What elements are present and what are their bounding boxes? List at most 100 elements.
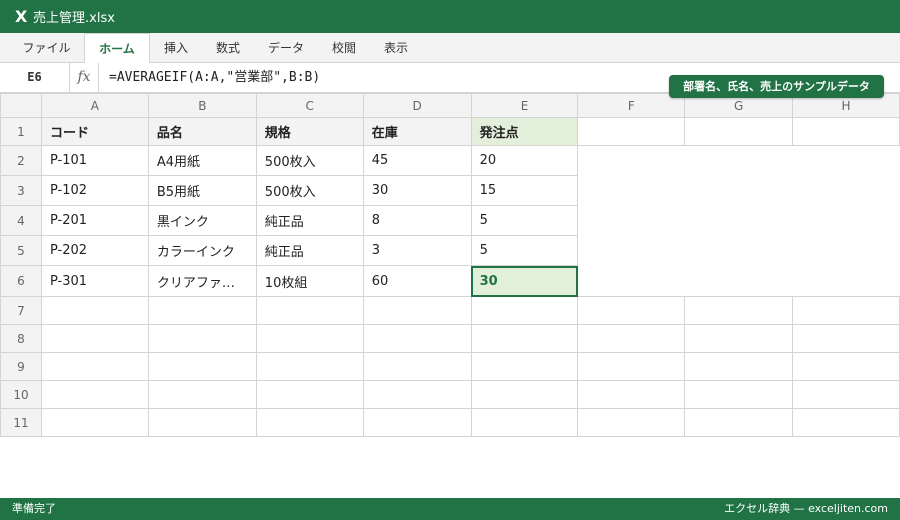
cell-c1[interactable]: 規格	[255, 117, 364, 146]
cell-f11[interactable]	[577, 408, 686, 437]
cell-b1[interactable]: 品名	[147, 117, 257, 146]
cell-h8[interactable]	[792, 324, 900, 353]
empty-area[interactable]	[792, 145, 900, 176]
row-header[interactable]: 5	[0, 235, 42, 266]
cell-e3[interactable]: 15	[470, 175, 579, 206]
cell-e9[interactable]	[470, 352, 579, 381]
empty-area[interactable]	[684, 145, 793, 176]
select-all-corner[interactable]	[0, 93, 42, 118]
empty-area[interactable]	[577, 175, 685, 206]
cell-d4[interactable]: 8	[362, 205, 472, 236]
cell-c4[interactable]: 純正品	[255, 205, 364, 236]
cell-b9[interactable]	[147, 352, 257, 381]
empty-area[interactable]	[684, 175, 793, 206]
cell-d5[interactable]: 3	[362, 235, 472, 266]
cell-f7[interactable]	[577, 296, 686, 325]
cell-c9[interactable]	[255, 352, 364, 381]
cell-c5[interactable]: 純正品	[255, 235, 364, 266]
cell-b7[interactable]	[147, 296, 257, 325]
cell-d9[interactable]	[362, 352, 472, 381]
cell-b11[interactable]	[147, 408, 257, 437]
cell-h1[interactable]	[792, 117, 900, 146]
row-header[interactable]: 1	[0, 117, 42, 146]
cell-b2[interactable]: A4用紙	[147, 145, 257, 176]
cell-e8[interactable]	[470, 324, 579, 353]
cell-c2[interactable]: 500枚入	[255, 145, 364, 176]
cell-g10[interactable]	[684, 380, 794, 409]
empty-area[interactable]	[577, 205, 685, 236]
cell-a4[interactable]: P-201	[40, 205, 149, 236]
cell-g11[interactable]	[684, 408, 794, 437]
cell-c8[interactable]	[255, 324, 364, 353]
tab-review[interactable]: 校閲	[318, 33, 370, 63]
row-header[interactable]: 9	[0, 352, 42, 381]
cell-d11[interactable]	[362, 408, 472, 437]
empty-area[interactable]	[792, 205, 900, 236]
cell-a6[interactable]: P-301	[40, 265, 149, 297]
column-header-e[interactable]: E	[470, 93, 579, 118]
cell-e2[interactable]: 20	[470, 145, 579, 176]
cell-e11[interactable]	[470, 408, 579, 437]
empty-area[interactable]	[577, 145, 685, 176]
cell-g9[interactable]	[684, 352, 794, 381]
column-header-f[interactable]: F	[577, 93, 686, 118]
tab-view[interactable]: 表示	[370, 33, 422, 63]
cell-b8[interactable]	[147, 324, 257, 353]
cell-a2[interactable]: P-101	[40, 145, 149, 176]
row-header[interactable]: 7	[0, 296, 42, 325]
cell-b4[interactable]: 黒インク	[147, 205, 257, 236]
cell-g7[interactable]	[684, 296, 794, 325]
row-header[interactable]: 4	[0, 205, 42, 236]
tab-insert[interactable]: 挿入	[150, 33, 202, 63]
row-header[interactable]: 8	[0, 324, 42, 353]
empty-area[interactable]	[577, 265, 685, 297]
cell-e10[interactable]	[470, 380, 579, 409]
column-header-c[interactable]: C	[255, 93, 364, 118]
cell-h11[interactable]	[792, 408, 900, 437]
empty-area[interactable]	[577, 235, 685, 266]
tab-home[interactable]: ホーム	[84, 33, 150, 64]
cell-a7[interactable]	[40, 296, 149, 325]
cell-e1[interactable]: 発注点	[470, 117, 579, 146]
cell-c7[interactable]	[255, 296, 364, 325]
cell-e7[interactable]	[470, 296, 579, 325]
cell-h7[interactable]	[792, 296, 900, 325]
selected-cell-e6[interactable]: 30	[470, 265, 579, 297]
tab-file[interactable]: ファイル	[10, 33, 83, 63]
empty-area[interactable]	[792, 175, 900, 206]
row-header[interactable]: 11	[0, 408, 42, 437]
empty-area[interactable]	[684, 265, 793, 297]
cell-f1[interactable]	[577, 117, 686, 146]
tab-formulas[interactable]: 数式	[202, 33, 254, 63]
cell-d10[interactable]	[362, 380, 472, 409]
row-header[interactable]: 3	[0, 175, 42, 206]
cell-e4[interactable]: 5	[470, 205, 579, 236]
cell-g8[interactable]	[684, 324, 794, 353]
cell-e5[interactable]: 5	[470, 235, 579, 266]
cell-c11[interactable]	[255, 408, 364, 437]
column-header-b[interactable]: B	[147, 93, 257, 118]
cell-d2[interactable]: 45	[362, 145, 472, 176]
cell-a9[interactable]	[40, 352, 149, 381]
cell-d6[interactable]: 60	[362, 265, 472, 297]
column-header-a[interactable]: A	[40, 93, 149, 118]
cell-c3[interactable]: 500枚入	[255, 175, 364, 206]
cell-a3[interactable]: P-102	[40, 175, 149, 206]
cell-a8[interactable]	[40, 324, 149, 353]
cell-b6[interactable]: クリアファ…	[147, 265, 257, 297]
cell-d1[interactable]: 在庫	[362, 117, 472, 146]
cell-g1[interactable]	[684, 117, 794, 146]
empty-area[interactable]	[792, 235, 900, 266]
cell-a5[interactable]: P-202	[40, 235, 149, 266]
cell-f8[interactable]	[577, 324, 686, 353]
cell-c10[interactable]	[255, 380, 364, 409]
tab-data[interactable]: データ	[254, 33, 318, 63]
empty-area[interactable]	[684, 205, 793, 236]
row-header[interactable]: 2	[0, 145, 42, 176]
cell-a1[interactable]: コード	[40, 117, 149, 146]
cell-a10[interactable]	[40, 380, 149, 409]
cell-h9[interactable]	[792, 352, 900, 381]
column-header-d[interactable]: D	[362, 93, 472, 118]
cell-c6[interactable]: 10枚組	[255, 265, 364, 297]
cell-b5[interactable]: カラーインク	[147, 235, 257, 266]
